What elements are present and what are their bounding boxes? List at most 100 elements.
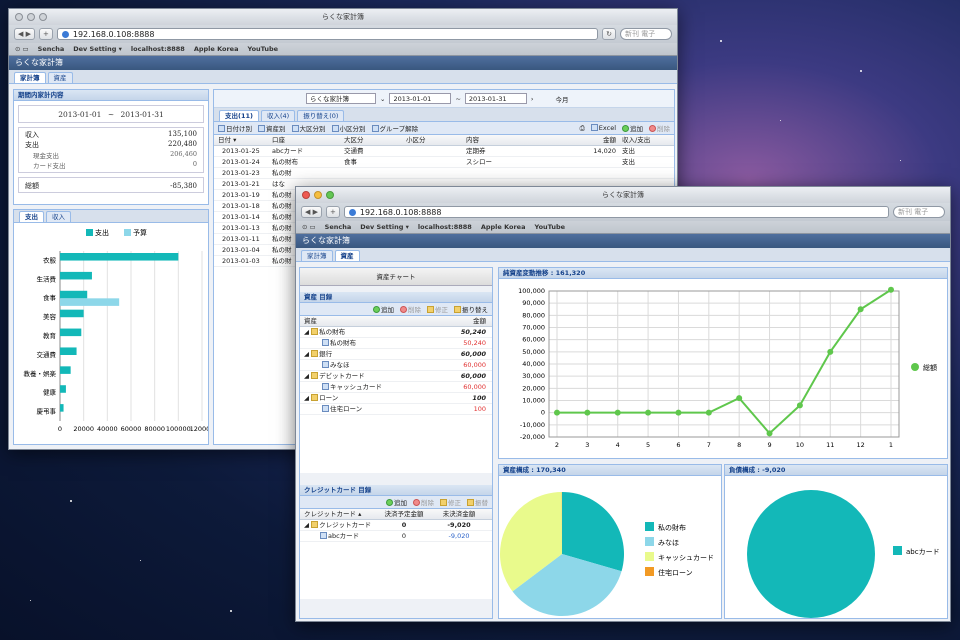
- col-minor[interactable]: 小区分: [406, 135, 466, 145]
- expand-icon[interactable]: ◢: [304, 521, 311, 529]
- bookmark-localhost[interactable]: localhost:8888: [131, 45, 185, 53]
- col-amount[interactable]: 金額: [576, 135, 616, 145]
- new-tab-button[interactable]: +: [39, 28, 53, 40]
- bookmark-apple[interactable]: Apple Korea: [481, 223, 526, 231]
- window-controls-front[interactable]: [302, 191, 334, 199]
- minimize-light[interactable]: [27, 13, 35, 21]
- expand-icon[interactable]: ◢: [304, 394, 311, 402]
- bookmark-apple[interactable]: Apple Korea: [194, 45, 239, 53]
- bookmark-sencha[interactable]: Sencha: [325, 223, 352, 231]
- expand-icon[interactable]: ◢: [304, 350, 311, 358]
- group-by-minor-button[interactable]: 小区分別: [331, 123, 366, 133]
- asset-chart-button[interactable]: 資産チャート: [300, 268, 492, 286]
- back-forward-button[interactable]: ◀ ▶: [14, 28, 35, 40]
- tab-transfer-list[interactable]: 振り替え(0): [297, 110, 345, 121]
- transfer-button[interactable]: 振り替え: [454, 304, 488, 314]
- tree-row[interactable]: ◢ クレジットカード 0 -9,020: [300, 520, 492, 531]
- back-forward-button[interactable]: ◀ ▶: [301, 206, 322, 218]
- col-amount[interactable]: 金額: [440, 316, 490, 326]
- table-row[interactable]: 2013-01-23 私の財: [214, 168, 674, 179]
- tab-assets[interactable]: 資産: [47, 72, 73, 83]
- close-light[interactable]: [15, 13, 23, 21]
- address-bar-front[interactable]: 192.168.0.108:8888: [343, 206, 889, 218]
- data-point[interactable]: [827, 348, 834, 355]
- this-month-button[interactable]: 今月: [556, 94, 569, 104]
- group-by-major-button[interactable]: 大区分別: [291, 123, 326, 133]
- bookmark-youtube[interactable]: YouTube: [534, 223, 565, 231]
- tree-row[interactable]: みなほ 60,000: [300, 360, 492, 371]
- expand-icon[interactable]: ◢: [304, 372, 311, 380]
- col-content[interactable]: 内容: [466, 135, 576, 145]
- tree-row[interactable]: ◢ 私の財布 50,240: [300, 327, 492, 338]
- address-bar[interactable]: 192.168.0.108:8888: [56, 28, 599, 40]
- expand-icon[interactable]: ◢: [304, 328, 311, 336]
- table-row[interactable]: 2013-01-25 abcカード 交通費 定期券 14,020 支出: [214, 146, 674, 157]
- group-by-asset-button[interactable]: 資産別: [258, 123, 286, 133]
- search-field-front[interactable]: 新刊 電子: [893, 206, 945, 218]
- search-field[interactable]: 新刊 電子: [620, 28, 672, 40]
- account-select[interactable]: らくな家計簿: [306, 93, 376, 104]
- reading-list-icon[interactable]: ⊙ ▭: [15, 45, 29, 53]
- data-point[interactable]: [796, 402, 803, 409]
- tab-kakeibo[interactable]: 家計簿: [301, 250, 333, 261]
- reading-list-icon[interactable]: ⊙ ▭: [302, 223, 316, 231]
- data-point[interactable]: [584, 409, 591, 416]
- tree-row[interactable]: abcカード 0 -9,020: [300, 531, 492, 542]
- col-unpaid[interactable]: 未決済金額: [430, 509, 488, 519]
- tab-assets[interactable]: 資産: [334, 250, 360, 261]
- reload-button[interactable]: ↻: [602, 28, 616, 40]
- transfer-credit-button[interactable]: 振替: [467, 497, 488, 507]
- excel-button[interactable]: Excel: [590, 124, 616, 132]
- bookmark-dev[interactable]: Dev Setting ▾: [360, 223, 409, 231]
- col-planned[interactable]: 決済予定金額: [378, 509, 430, 519]
- new-tab-button[interactable]: +: [326, 206, 340, 218]
- tree-row[interactable]: ◢ ローン 100: [300, 393, 492, 404]
- add-credit-button[interactable]: 追加: [386, 497, 407, 507]
- data-point[interactable]: [675, 409, 682, 416]
- tab-expense[interactable]: 支出: [19, 211, 44, 222]
- delete-credit-button[interactable]: 削除: [413, 497, 434, 507]
- group-by-date-button[interactable]: 日付け別: [218, 123, 252, 133]
- table-row[interactable]: 2013-01-24 私の財布 食事 スシロー 支出: [214, 157, 674, 168]
- select-arrow-icon[interactable]: ⌄: [380, 95, 385, 103]
- data-point[interactable]: [645, 409, 652, 416]
- tab-income-list[interactable]: 収入(4): [261, 110, 296, 121]
- data-point[interactable]: [888, 286, 894, 293]
- edit-credit-button[interactable]: 修正: [440, 497, 461, 507]
- col-date[interactable]: 日付 ▾: [214, 135, 272, 145]
- bookmark-youtube[interactable]: YouTube: [247, 45, 278, 53]
- close-light[interactable]: [302, 191, 310, 199]
- data-point[interactable]: [736, 395, 743, 402]
- bookmark-dev[interactable]: Dev Setting ▾: [73, 45, 122, 53]
- tree-row[interactable]: キャッシュカード 60,000: [300, 382, 492, 393]
- tree-row[interactable]: ◢ デビットカード 60,000: [300, 371, 492, 382]
- pie-slice[interactable]: [747, 490, 875, 618]
- print-icon[interactable]: ⎙: [580, 124, 585, 133]
- date-from-field[interactable]: 2013-01-01: [389, 93, 452, 104]
- col-asset[interactable]: 資産: [300, 316, 440, 326]
- ungroup-button[interactable]: グループ解除: [371, 123, 418, 133]
- tree-row[interactable]: 私の財布 50,240: [300, 338, 492, 349]
- tab-expenses-list[interactable]: 支出(11): [219, 110, 259, 121]
- tree-row[interactable]: 住宅ローン 100: [300, 404, 492, 415]
- window-controls[interactable]: [15, 13, 47, 21]
- data-point[interactable]: [766, 430, 773, 437]
- tree-row[interactable]: ◢ 銀行 60,000: [300, 349, 492, 360]
- col-credit-card[interactable]: クレジットカード ▴: [300, 509, 378, 519]
- minimize-light[interactable]: [314, 191, 322, 199]
- data-point[interactable]: [614, 409, 621, 416]
- data-point[interactable]: [554, 409, 560, 416]
- zoom-light[interactable]: [326, 191, 334, 199]
- col-major[interactable]: 大区分: [344, 135, 406, 145]
- next-arrow-icon[interactable]: ›: [531, 95, 534, 103]
- col-account[interactable]: 口座: [272, 135, 344, 145]
- add-asset-button[interactable]: 追加: [373, 304, 394, 314]
- date-to-field[interactable]: 2013-01-31: [464, 93, 527, 104]
- tab-income[interactable]: 収入: [46, 211, 71, 222]
- delete-button[interactable]: 削除: [649, 123, 670, 133]
- bookmark-sencha[interactable]: Sencha: [38, 45, 65, 53]
- col-type[interactable]: 収入/支出: [616, 135, 666, 145]
- delete-asset-button[interactable]: 削除: [400, 304, 421, 314]
- edit-asset-button[interactable]: 修正: [427, 304, 448, 314]
- zoom-light[interactable]: [39, 13, 47, 21]
